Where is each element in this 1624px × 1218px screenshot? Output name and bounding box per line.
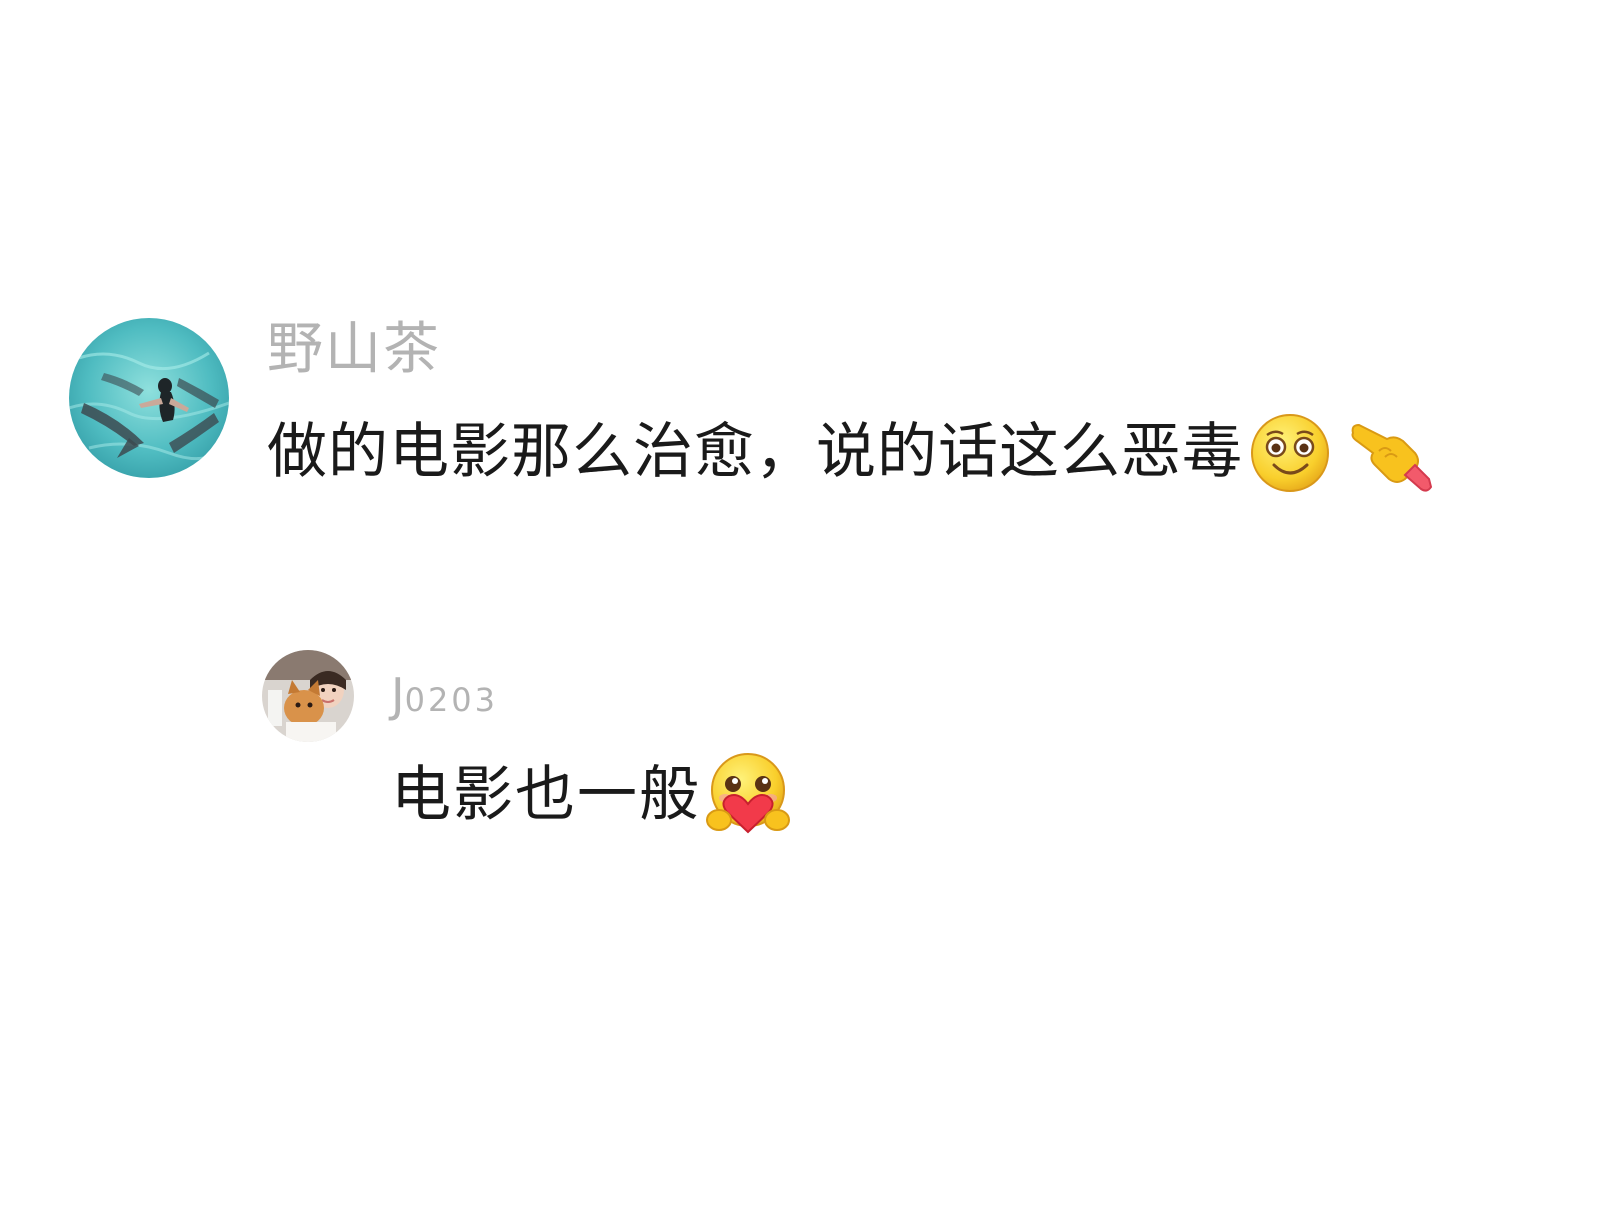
- reply-text: 电影也一般: [391, 760, 701, 830]
- avatar-swimmer-with-sharks-icon: [69, 318, 229, 478]
- reply-username-sub: 0203: [404, 681, 499, 719]
- avatar-cat-and-child-icon: [262, 650, 354, 742]
- avatar[interactable]: [262, 650, 354, 742]
- reply-text-row: 电影也一般: [391, 752, 793, 838]
- avatar[interactable]: [69, 318, 229, 478]
- comment-text: 做的电影那么治愈，说的话这么恶毒: [267, 417, 1243, 487]
- comment-text-row: 做的电影那么治愈，说的话这么恶毒: [267, 412, 1435, 492]
- pointing-finger-emoji-icon: [1345, 409, 1435, 495]
- face-holding-heart-emoji-icon: [703, 750, 793, 840]
- reply-username-main: J: [391, 668, 405, 722]
- reply-username[interactable]: J0203: [391, 672, 498, 718]
- comment-username[interactable]: 野山茶: [267, 322, 441, 378]
- smiling-face-emoji-icon: [1247, 409, 1333, 495]
